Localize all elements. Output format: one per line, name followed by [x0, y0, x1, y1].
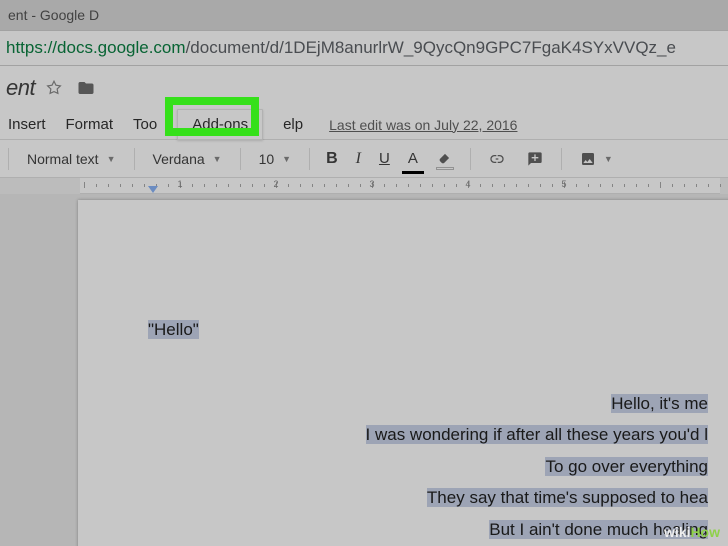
browser-tab-strip: ent - Google D	[0, 0, 728, 30]
menu-help[interactable]: elp	[283, 116, 303, 133]
paragraph-style-label: Normal text	[27, 151, 99, 167]
browser-tab-title: ent - Google D	[8, 7, 99, 23]
lyric-block[interactable]: Hello, it's meI was wondering if after a…	[148, 388, 708, 545]
add-comment-button[interactable]	[519, 147, 551, 171]
highlighter-icon	[436, 151, 454, 165]
text-color-button[interactable]: A	[402, 146, 424, 171]
lyric-line[interactable]: I was wondering if after all these years…	[148, 419, 708, 450]
toolbar-separator	[240, 148, 241, 170]
bold-button[interactable]: B	[320, 146, 344, 172]
chevron-down-icon: ▼	[213, 154, 222, 164]
ruler-label: 1	[177, 179, 182, 189]
ruler-label: 5	[561, 179, 566, 189]
ruler-label: 3	[369, 179, 374, 189]
ruler-label: 2	[273, 179, 278, 189]
menu-bar: Insert Format Too Add-ons elp Last edit …	[0, 110, 728, 140]
menu-addons[interactable]: Add-ons	[177, 109, 263, 140]
color-bar	[402, 171, 424, 174]
menu-format[interactable]: Format	[66, 116, 114, 133]
font-family-label: Verdana	[153, 151, 205, 167]
document-canvas: "Hello" Hello, it's meI was wondering if…	[0, 194, 728, 546]
browser-url-bar[interactable]: https://docs.google.com/document/d/1DEjM…	[0, 30, 728, 66]
indent-marker-icon[interactable]	[148, 186, 158, 193]
url-path: /document/d/1DEjM8anurlrW_9QycQn9GPC7Fga…	[186, 38, 676, 58]
lyric-line[interactable]: To go over everything	[148, 451, 708, 482]
menu-tools[interactable]: Too	[133, 116, 157, 133]
document-title-text[interactable]: "Hello"	[148, 320, 708, 340]
highlight-color-button[interactable]	[430, 147, 460, 171]
toolbar-separator	[470, 148, 471, 170]
menu-insert[interactable]: Insert	[8, 116, 46, 133]
underline-button[interactable]: U	[373, 146, 396, 171]
document-page[interactable]: "Hello" Hello, it's meI was wondering if…	[78, 200, 728, 546]
horizontal-ruler[interactable]: 1 2 3 4 5	[80, 178, 720, 194]
url-host: ://docs.google.com	[43, 38, 186, 58]
lyric-line[interactable]: Hello, it's me	[148, 388, 708, 419]
lyric-line[interactable]: But I ain't done much healing	[148, 514, 708, 545]
ruler-label: 4	[465, 179, 470, 189]
docs-header: ent	[0, 66, 728, 110]
lyric-line[interactable]: They say that time's supposed to hea	[148, 482, 708, 513]
color-bar	[436, 167, 454, 170]
star-icon[interactable]	[45, 79, 63, 97]
last-edit-link[interactable]: Last edit was on July 22, 2016	[329, 117, 517, 133]
chevron-down-icon: ▼	[604, 154, 613, 164]
toolbar-separator	[8, 148, 9, 170]
document-title[interactable]: ent	[6, 75, 35, 101]
toolbar-separator	[561, 148, 562, 170]
toolbar-separator	[134, 148, 135, 170]
insert-image-button[interactable]: ▼	[572, 147, 619, 171]
chevron-down-icon: ▼	[282, 154, 291, 164]
italic-button[interactable]: I	[350, 146, 367, 172]
url-scheme: https	[6, 38, 43, 58]
font-size-label: 10	[259, 151, 275, 167]
toolbar-separator	[309, 148, 310, 170]
insert-link-button[interactable]	[481, 147, 513, 171]
font-size-dropdown[interactable]: 10 ▼	[251, 147, 300, 171]
toolbar: Normal text ▼ Verdana ▼ 10 ▼ B I U A	[0, 140, 728, 178]
chevron-down-icon: ▼	[107, 154, 116, 164]
paragraph-style-dropdown[interactable]: Normal text ▼	[19, 147, 124, 171]
wikihow-watermark: wikiHow	[664, 524, 720, 540]
folder-icon[interactable]	[75, 79, 97, 97]
font-family-dropdown[interactable]: Verdana ▼	[145, 147, 230, 171]
